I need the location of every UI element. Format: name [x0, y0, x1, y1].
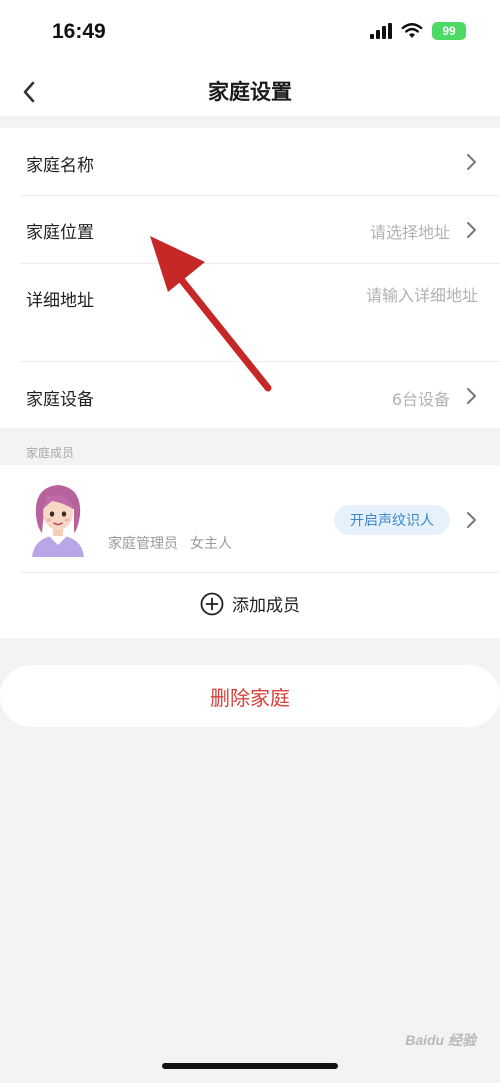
- add-member-label: 添加成员: [232, 596, 300, 616]
- member-meta: 家庭管理员 女主人: [108, 533, 232, 553]
- member-role: 家庭管理员: [108, 536, 178, 552]
- family-devices-value: 6台设备: [391, 390, 450, 409]
- members-section-label: 家庭成员: [26, 446, 75, 460]
- chevron-right-icon: [467, 512, 476, 528]
- chevron-right-icon: [467, 222, 476, 238]
- detail-address-row[interactable]: 详细地址 请输入详细地址: [0, 264, 500, 361]
- plus-circle-icon: [200, 592, 224, 615]
- detail-address-label: 详细地址: [26, 291, 94, 311]
- status-bar: 16:49 99: [0, 0, 500, 68]
- family-settings-card: 家庭名称 家庭位置 请选择地址 详细地址 请输入详细地址 家庭设备 6台设备: [0, 128, 500, 428]
- enable-voiceprint-button[interactable]: 开启声纹识人: [334, 505, 450, 535]
- member-row[interactable]: 家庭管理员 女主人 开启声纹识人: [0, 465, 500, 572]
- members-card: 家庭管理员 女主人 开启声纹识人 添加成员: [0, 465, 500, 638]
- member-nickname: 女主人: [190, 536, 232, 552]
- family-devices-label: 家庭设备: [26, 390, 94, 410]
- battery-icon: 99: [432, 22, 466, 40]
- add-member-button[interactable]: 添加成员: [0, 591, 500, 616]
- status-icons: 99: [370, 22, 466, 40]
- family-location-row[interactable]: 家庭位置 请选择地址: [0, 196, 500, 263]
- watermark: Baidu 经验: [405, 1032, 476, 1048]
- family-location-label: 家庭位置: [26, 223, 94, 243]
- family-location-value: 请选择地址: [369, 223, 450, 242]
- wifi-icon: [401, 23, 423, 38]
- status-time: 16:49: [52, 20, 106, 43]
- home-indicator: [162, 1063, 338, 1069]
- nav-bar: 家庭设置: [0, 68, 500, 116]
- divider: [20, 572, 500, 573]
- cellular-signal-icon: [370, 23, 392, 39]
- avatar: [32, 485, 84, 557]
- chevron-right-icon: [467, 388, 476, 404]
- detail-address-input[interactable]: 请输入详细地址: [366, 282, 478, 306]
- delete-family-button[interactable]: 删除家庭: [0, 665, 500, 727]
- family-name-row[interactable]: 家庭名称: [0, 128, 500, 195]
- family-name-label: 家庭名称: [26, 156, 94, 176]
- battery-level: 99: [442, 24, 456, 38]
- chevron-right-icon: [467, 154, 476, 170]
- page-title: 家庭设置: [208, 80, 292, 104]
- family-devices-row[interactable]: 家庭设备 6台设备: [0, 362, 500, 428]
